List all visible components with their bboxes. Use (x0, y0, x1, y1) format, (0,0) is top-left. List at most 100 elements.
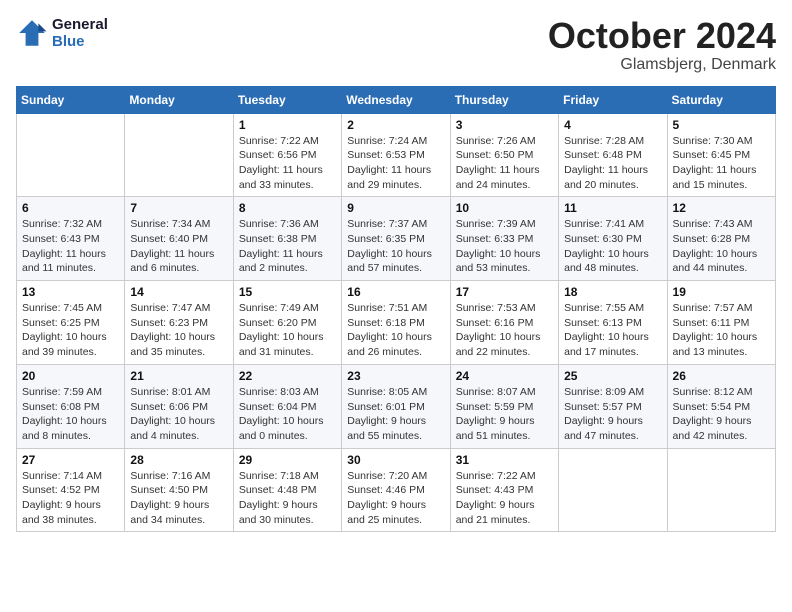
calendar-cell: 2 Sunrise: 7:24 AM Sunset: 6:53 PM Daylig… (342, 113, 450, 197)
day-info: Sunrise: 7:51 AM Sunset: 6:18 PM Dayligh… (347, 301, 444, 360)
day-info: Sunrise: 7:47 AM Sunset: 6:23 PM Dayligh… (130, 301, 227, 360)
day-info: Sunrise: 7:20 AM Sunset: 4:46 PM Dayligh… (347, 469, 444, 528)
day-info: Sunrise: 7:30 AM Sunset: 6:45 PM Dayligh… (673, 134, 770, 193)
month-title: October 2024 (548, 16, 776, 56)
calendar-week-row: 6 Sunrise: 7:32 AM Sunset: 6:43 PM Daylig… (17, 197, 776, 281)
calendar-cell: 1 Sunrise: 7:22 AM Sunset: 6:56 PM Daylig… (233, 113, 341, 197)
day-number: 16 (347, 285, 444, 299)
day-number: 6 (22, 201, 119, 215)
day-info: Sunrise: 7:39 AM Sunset: 6:33 PM Dayligh… (456, 217, 553, 276)
day-number: 15 (239, 285, 336, 299)
day-number: 14 (130, 285, 227, 299)
day-number: 13 (22, 285, 119, 299)
day-number: 24 (456, 369, 553, 383)
day-number: 20 (22, 369, 119, 383)
calendar-cell: 6 Sunrise: 7:32 AM Sunset: 6:43 PM Daylig… (17, 197, 125, 281)
day-info: Sunrise: 7:53 AM Sunset: 6:16 PM Dayligh… (456, 301, 553, 360)
calendar-cell: 22 Sunrise: 8:03 AM Sunset: 6:04 PM Dayli… (233, 364, 341, 448)
day-info: Sunrise: 7:14 AM Sunset: 4:52 PM Dayligh… (22, 469, 119, 528)
weekday-header: Thursday (450, 86, 558, 113)
day-info: Sunrise: 8:01 AM Sunset: 6:06 PM Dayligh… (130, 385, 227, 444)
calendar-cell: 30 Sunrise: 7:20 AM Sunset: 4:46 PM Dayli… (342, 448, 450, 532)
day-info: Sunrise: 7:26 AM Sunset: 6:50 PM Dayligh… (456, 134, 553, 193)
day-info: Sunrise: 7:43 AM Sunset: 6:28 PM Dayligh… (673, 217, 770, 276)
weekday-header: Monday (125, 86, 233, 113)
day-number: 26 (673, 369, 770, 383)
calendar-cell: 5 Sunrise: 7:30 AM Sunset: 6:45 PM Daylig… (667, 113, 775, 197)
calendar-week-row: 13 Sunrise: 7:45 AM Sunset: 6:25 PM Dayli… (17, 281, 776, 365)
weekday-header: Saturday (667, 86, 775, 113)
logo-icon (16, 17, 48, 49)
day-info: Sunrise: 7:49 AM Sunset: 6:20 PM Dayligh… (239, 301, 336, 360)
day-info: Sunrise: 7:22 AM Sunset: 4:43 PM Dayligh… (456, 469, 553, 528)
day-number: 18 (564, 285, 661, 299)
calendar-cell: 15 Sunrise: 7:49 AM Sunset: 6:20 PM Dayli… (233, 281, 341, 365)
weekday-header-row: SundayMondayTuesdayWednesdayThursdayFrid… (17, 86, 776, 113)
calendar-cell: 21 Sunrise: 8:01 AM Sunset: 6:06 PM Dayli… (125, 364, 233, 448)
calendar-week-row: 1 Sunrise: 7:22 AM Sunset: 6:56 PM Daylig… (17, 113, 776, 197)
day-number: 31 (456, 453, 553, 467)
day-number: 30 (347, 453, 444, 467)
day-number: 28 (130, 453, 227, 467)
calendar-cell (125, 113, 233, 197)
day-info: Sunrise: 7:16 AM Sunset: 4:50 PM Dayligh… (130, 469, 227, 528)
calendar-cell: 12 Sunrise: 7:43 AM Sunset: 6:28 PM Dayli… (667, 197, 775, 281)
logo: General Blue (16, 16, 108, 50)
day-number: 23 (347, 369, 444, 383)
day-info: Sunrise: 7:59 AM Sunset: 6:08 PM Dayligh… (22, 385, 119, 444)
day-number: 21 (130, 369, 227, 383)
calendar-cell: 14 Sunrise: 7:47 AM Sunset: 6:23 PM Dayli… (125, 281, 233, 365)
day-number: 25 (564, 369, 661, 383)
day-info: Sunrise: 7:45 AM Sunset: 6:25 PM Dayligh… (22, 301, 119, 360)
day-number: 9 (347, 201, 444, 215)
calendar-cell: 9 Sunrise: 7:37 AM Sunset: 6:35 PM Daylig… (342, 197, 450, 281)
day-info: Sunrise: 8:09 AM Sunset: 5:57 PM Dayligh… (564, 385, 661, 444)
day-number: 7 (130, 201, 227, 215)
day-number: 5 (673, 118, 770, 132)
calendar-cell: 29 Sunrise: 7:18 AM Sunset: 4:48 PM Dayli… (233, 448, 341, 532)
calendar-cell (559, 448, 667, 532)
calendar-cell: 20 Sunrise: 7:59 AM Sunset: 6:08 PM Dayli… (17, 364, 125, 448)
calendar-cell (17, 113, 125, 197)
calendar-cell: 23Sunrise: 8:05 AM Sunset: 6:01 PM Dayli… (342, 364, 450, 448)
day-info: Sunrise: 7:18 AM Sunset: 4:48 PM Dayligh… (239, 469, 336, 528)
calendar-week-row: 20 Sunrise: 7:59 AM Sunset: 6:08 PM Dayli… (17, 364, 776, 448)
day-info: Sunrise: 7:37 AM Sunset: 6:35 PM Dayligh… (347, 217, 444, 276)
day-info: Sunrise: 7:34 AM Sunset: 6:40 PM Dayligh… (130, 217, 227, 276)
day-info: Sunrise: 7:24 AM Sunset: 6:53 PM Dayligh… (347, 134, 444, 193)
day-number: 22 (239, 369, 336, 383)
calendar-cell: 13 Sunrise: 7:45 AM Sunset: 6:25 PM Dayli… (17, 281, 125, 365)
day-info: Sunrise: 8:07 AM Sunset: 5:59 PM Dayligh… (456, 385, 553, 444)
calendar-cell: 7 Sunrise: 7:34 AM Sunset: 6:40 PM Daylig… (125, 197, 233, 281)
day-number: 11 (564, 201, 661, 215)
calendar-cell (667, 448, 775, 532)
calendar-cell: 24 Sunrise: 8:07 AM Sunset: 5:59 PM Dayli… (450, 364, 558, 448)
calendar-cell: 11 Sunrise: 7:41 AM Sunset: 6:30 PM Dayli… (559, 197, 667, 281)
title-block: October 2024 Glamsbjerg, Denmark (548, 16, 776, 74)
day-number: 12 (673, 201, 770, 215)
calendar-week-row: 27 Sunrise: 7:14 AM Sunset: 4:52 PM Dayli… (17, 448, 776, 532)
day-number: 10 (456, 201, 553, 215)
calendar-cell: 27 Sunrise: 7:14 AM Sunset: 4:52 PM Dayli… (17, 448, 125, 532)
calendar-cell: 25 Sunrise: 8:09 AM Sunset: 5:57 PM Dayli… (559, 364, 667, 448)
calendar-cell: 18 Sunrise: 7:55 AM Sunset: 6:13 PM Dayli… (559, 281, 667, 365)
day-info: Sunrise: 8:03 AM Sunset: 6:04 PM Dayligh… (239, 385, 336, 444)
weekday-header: Wednesday (342, 86, 450, 113)
day-info: Sunrise: 7:32 AM Sunset: 6:43 PM Dayligh… (22, 217, 119, 276)
day-number: 29 (239, 453, 336, 467)
day-info: Sunrise: 8:12 AM Sunset: 5:54 PM Dayligh… (673, 385, 770, 444)
weekday-header: Tuesday (233, 86, 341, 113)
day-info: Sunrise: 7:55 AM Sunset: 6:13 PM Dayligh… (564, 301, 661, 360)
day-number: 3 (456, 118, 553, 132)
day-info: Sunrise: 7:22 AM Sunset: 6:56 PM Dayligh… (239, 134, 336, 193)
day-number: 27 (22, 453, 119, 467)
day-number: 1 (239, 118, 336, 132)
calendar-cell: 17Sunrise: 7:53 AM Sunset: 6:16 PM Dayli… (450, 281, 558, 365)
calendar-cell: 19Sunrise: 7:57 AM Sunset: 6:11 PM Dayli… (667, 281, 775, 365)
day-info: Sunrise: 7:41 AM Sunset: 6:30 PM Dayligh… (564, 217, 661, 276)
location: Glamsbjerg, Denmark (548, 56, 776, 74)
day-number: 8 (239, 201, 336, 215)
calendar-table: SundayMondayTuesdayWednesdayThursdayFrid… (16, 86, 776, 533)
calendar-cell: 3 Sunrise: 7:26 AM Sunset: 6:50 PM Daylig… (450, 113, 558, 197)
day-number: 2 (347, 118, 444, 132)
